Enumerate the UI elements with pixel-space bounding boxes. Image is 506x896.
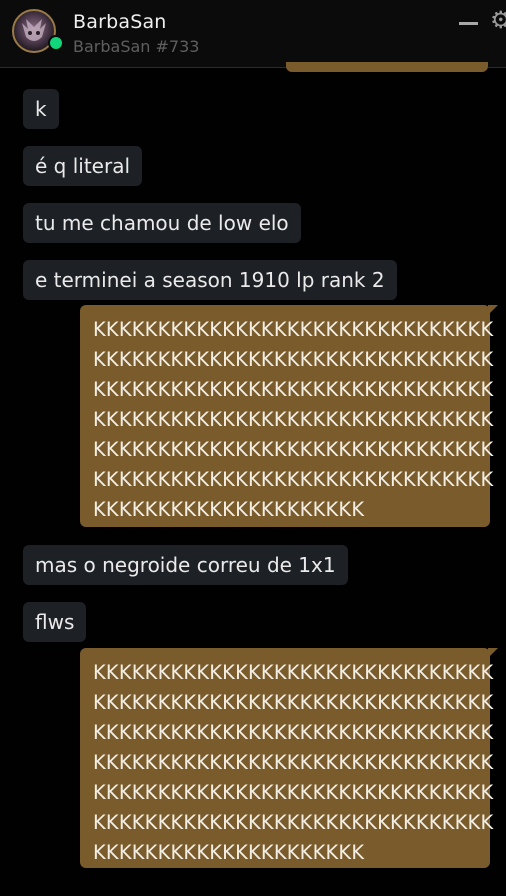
message-line: KKKKKKKKKKKKKKKKKKKKKKKKKKKKKKK — [93, 378, 494, 401]
message-line: KKKKKKKKKKKKKKKKKKKKKKKKKKKKKKK — [93, 781, 494, 804]
incoming-message: é q literal — [23, 146, 143, 186]
message-line: KKKKKKKKKKKKKKKKKKKKKKKKKKKKKKK — [93, 348, 494, 371]
message-line: KKKKKKKKKKKKKKKKKKKKKKKKKKKKKKK — [93, 751, 494, 774]
message-line: KKKKKKKKKKKKKKKKKKKKKKKKKKKKKKK — [93, 468, 494, 491]
message-line: KKKKKKKKKKKKKKKKKKKKK — [93, 841, 365, 864]
message-line: KKKKKKKKKKKKKKKKKKKKKKKKKKKKKKK — [93, 661, 494, 684]
bubble-tail — [488, 305, 498, 315]
message-line: KKKKKKKKKKKKKKKKKKKKKKKKKKKKKKK — [93, 438, 494, 461]
message-line: KKKKKKKKKKKKKKKKKKKKKKKKKKKKKKK — [93, 408, 494, 431]
message-text: e terminei a season 1910 lp rank 2 — [35, 268, 385, 292]
incoming-message: k — [23, 89, 59, 129]
message-line: KKKKKKKKKKKKKKKKKKKKKKKKKKKKKKK — [93, 811, 494, 834]
message-text: mas o negroide correu de 1x1 — [35, 553, 336, 577]
incoming-message: mas o negroide correu de 1x1 — [23, 545, 348, 585]
incoming-message: tu me chamou de low elo — [23, 203, 301, 243]
incoming-message: flws — [23, 602, 87, 642]
message-text: flws — [35, 610, 75, 634]
contact-name: BarbaSan — [73, 11, 167, 33]
message-line: KKKKKKKKKKKKKKKKKKKKK — [93, 498, 365, 521]
message-text: é q literal — [35, 154, 131, 178]
outgoing-message: KKKKKKKKKKKKKKKKKKKKKKKKKKKKKKK KKKKKKKK… — [80, 648, 498, 868]
chat-header: BarbaSan BarbaSan #733 ⚙ — [0, 0, 506, 68]
avatar[interactable] — [12, 9, 64, 55]
bubble-tail — [488, 648, 498, 658]
message-text: tu me chamou de low elo — [35, 211, 289, 235]
contact-tag: BarbaSan #733 — [73, 37, 200, 56]
outgoing-message: KKKKKKKKKKKKKKKKKKKKKKKKKKKKKKK KKKKKKKK… — [80, 305, 498, 527]
message-line: KKKKKKKKKKKKKKKKKKKKKKKKKKKKKKK — [93, 691, 494, 714]
incoming-message: e terminei a season 1910 lp rank 2 — [23, 260, 397, 300]
previous-outgoing-message — [286, 62, 488, 72]
minimize-icon[interactable] — [459, 22, 478, 25]
gear-icon[interactable]: ⚙ — [490, 8, 506, 32]
message-text: k — [35, 97, 47, 121]
message-line: KKKKKKKKKKKKKKKKKKKKKKKKKKKKKKK — [93, 318, 494, 341]
online-status-indicator — [48, 35, 64, 51]
message-line: KKKKKKKKKKKKKKKKKKKKKKKKKKKKKKK — [93, 721, 494, 744]
